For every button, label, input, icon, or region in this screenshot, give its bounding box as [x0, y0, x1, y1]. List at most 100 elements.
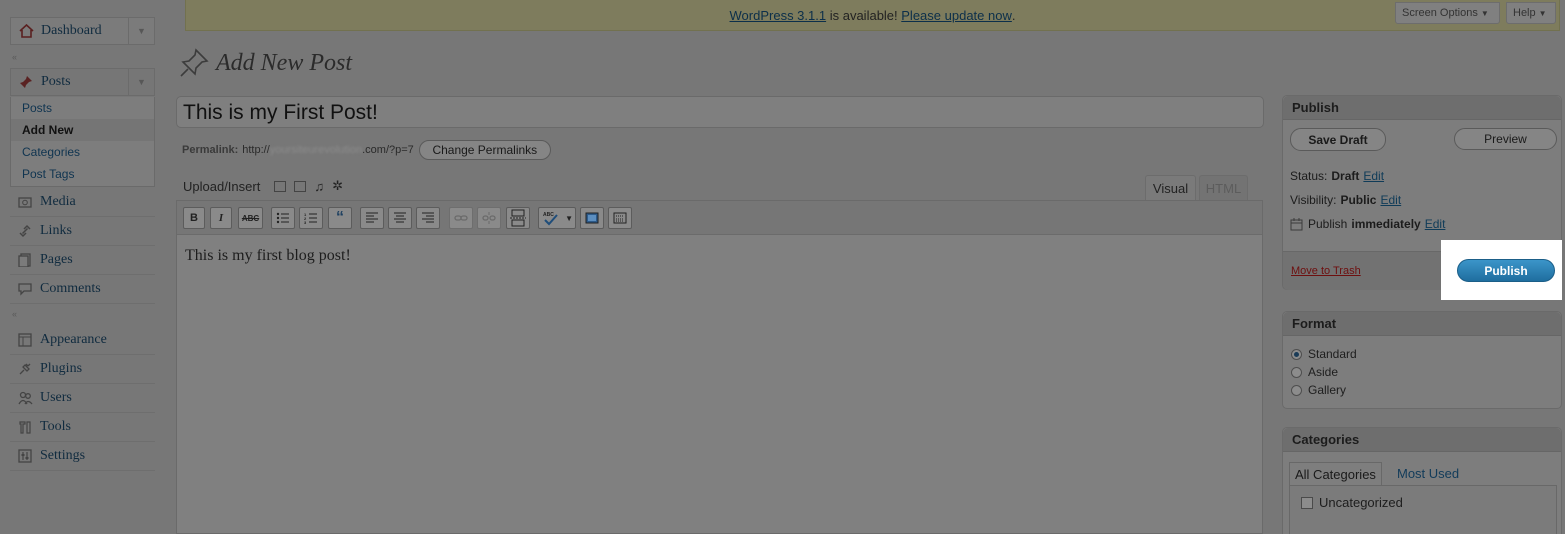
tab-all-categories[interactable]: All Categories [1289, 462, 1382, 485]
align-left-button[interactable] [360, 207, 384, 229]
bold-button[interactable]: B [183, 207, 205, 229]
editor-toolbar: B I ABC 123 “ ABC ▼ [177, 201, 1262, 235]
post-editor: B I ABC 123 “ ABC ▼ This is my first blo… [176, 200, 1263, 534]
menu-tools[interactable]: Tools [10, 413, 155, 442]
menu-posts-label: Posts [41, 74, 71, 89]
quote-icon: “ [336, 209, 344, 226]
media-icon [16, 193, 34, 211]
plug-icon [16, 360, 34, 378]
menu-comments[interactable]: Comments [10, 275, 155, 304]
submenu-post-tags[interactable]: Post Tags [11, 163, 154, 185]
menu-settings[interactable]: Settings [10, 442, 155, 471]
post-content[interactable]: This is my first blog post! [185, 247, 351, 265]
format-option-aside[interactable]: Aside [1291, 365, 1338, 379]
numbered-list-icon: 123 [304, 212, 317, 224]
tab-html[interactable]: HTML [1199, 175, 1248, 201]
fullscreen-button[interactable] [580, 207, 604, 229]
blockquote-button[interactable]: “ [328, 207, 352, 229]
menu-settings-label: Settings [40, 448, 86, 463]
edit-status-link[interactable]: Edit [1363, 169, 1384, 183]
spellcheck-button[interactable]: ABC ▼ [538, 207, 576, 229]
menu-users[interactable]: Users [10, 384, 155, 413]
tab-visual[interactable]: Visual [1145, 175, 1196, 201]
upload-insert-bar: Upload/Insert ♫ ✲ [183, 178, 343, 194]
align-right-icon [422, 212, 434, 223]
permalink-suffix: .com/?p=7 [362, 144, 414, 156]
align-center-icon [394, 212, 406, 223]
submenu-posts[interactable]: Posts [11, 97, 154, 119]
chevron-down-icon: ▼ [565, 213, 573, 223]
menu-media[interactable]: Media [10, 188, 155, 217]
fullscreen-icon [585, 212, 599, 224]
format-option-standard[interactable]: Standard [1291, 347, 1357, 361]
menu-plugins[interactable]: Plugins [10, 355, 155, 384]
menu-tools-label: Tools [40, 419, 71, 434]
format-box: Format Standard Aside Gallery [1282, 311, 1562, 409]
tab-most-used[interactable]: Most Used [1392, 462, 1464, 485]
add-video-icon[interactable] [294, 180, 307, 192]
appearance-icon [16, 331, 34, 349]
bullet-list-button[interactable] [271, 207, 295, 229]
insert-link-button[interactable] [449, 207, 473, 229]
permalink-label: Permalink: [182, 144, 239, 156]
screen-options-button[interactable]: Screen Options ▼ [1395, 2, 1500, 24]
edit-visibility-link[interactable]: Edit [1380, 193, 1401, 207]
menu-links[interactable]: Links [10, 217, 155, 246]
add-audio-icon[interactable]: ♫ [314, 179, 324, 194]
numbered-list-button[interactable]: 123 [299, 207, 323, 229]
edit-publish-time-link[interactable]: Edit [1425, 217, 1446, 231]
wordpress-version-link[interactable]: WordPress 3.1.1 [730, 8, 827, 23]
help-button[interactable]: Help ▼ [1506, 2, 1556, 24]
menu-posts[interactable]: Posts ▼ [10, 68, 155, 96]
menu-pages[interactable]: Pages [10, 246, 155, 275]
menu-dashboard-label: Dashboard [41, 23, 102, 38]
insert-more-button[interactable] [506, 207, 530, 229]
permalink-prefix: http:// [242, 144, 270, 156]
visibility-row: Visibility: Public Edit [1290, 193, 1401, 207]
publish-button-highlight: Publish [1441, 240, 1562, 300]
chevron-down-icon[interactable]: ▼ [128, 18, 154, 44]
chevron-down-icon: ▼ [1480, 8, 1489, 18]
change-permalinks-button[interactable]: Change Permalinks [418, 140, 551, 160]
radio-button[interactable] [1291, 384, 1302, 396]
unlink-button[interactable] [477, 207, 501, 229]
chevron-down-icon: ▼ [1538, 8, 1547, 18]
update-notice-end: . [1011, 7, 1016, 23]
strikethrough-button[interactable]: ABC [238, 207, 263, 229]
publish-button[interactable]: Publish [1457, 259, 1555, 282]
menu-appearance[interactable]: Appearance [10, 326, 155, 355]
radio-button[interactable] [1291, 348, 1302, 360]
comment-bubble-icon [16, 280, 34, 298]
post-title-input[interactable]: This is my First Post! [176, 96, 1264, 128]
format-option-label: Aside [1308, 365, 1339, 379]
collapse-separator-icon[interactable]: « [12, 309, 17, 319]
collapse-separator-icon[interactable]: « [12, 52, 17, 62]
submenu-add-new[interactable]: Add New [11, 119, 154, 141]
italic-button[interactable]: I [210, 207, 232, 229]
format-option-gallery[interactable]: Gallery [1291, 383, 1346, 397]
checkbox[interactable] [1301, 496, 1313, 509]
menu-dashboard[interactable]: Dashboard ▼ [10, 17, 155, 45]
submenu-categories[interactable]: Categories [11, 141, 154, 163]
categories-box: Categories All Categories Most Used Unca… [1282, 427, 1562, 534]
radio-button[interactable] [1291, 366, 1302, 378]
menu-users-label: Users [40, 390, 72, 405]
posts-submenu: Posts Add New Categories Post Tags [10, 97, 155, 187]
chevron-down-icon[interactable]: ▼ [128, 69, 154, 95]
visibility-value: Public [1340, 193, 1377, 207]
upload-insert-label: Upload/Insert [183, 178, 261, 194]
save-draft-button[interactable]: Save Draft [1290, 128, 1386, 151]
category-item[interactable]: Uncategorized [1301, 495, 1403, 510]
preview-button[interactable]: Preview [1454, 128, 1557, 150]
align-right-button[interactable] [416, 207, 440, 229]
add-media-icon[interactable]: ✲ [332, 178, 343, 194]
update-notice-text: is available! [826, 7, 902, 23]
move-to-trash-link[interactable]: Move to Trash [1291, 265, 1361, 277]
kitchen-sink-button[interactable] [608, 207, 632, 229]
kitchen-sink-icon [613, 212, 627, 224]
menu-pages-label: Pages [40, 252, 73, 267]
align-left-icon [366, 212, 378, 223]
update-now-link[interactable]: Please update now [901, 8, 1012, 23]
add-image-icon[interactable] [274, 180, 287, 192]
align-center-button[interactable] [388, 207, 412, 229]
